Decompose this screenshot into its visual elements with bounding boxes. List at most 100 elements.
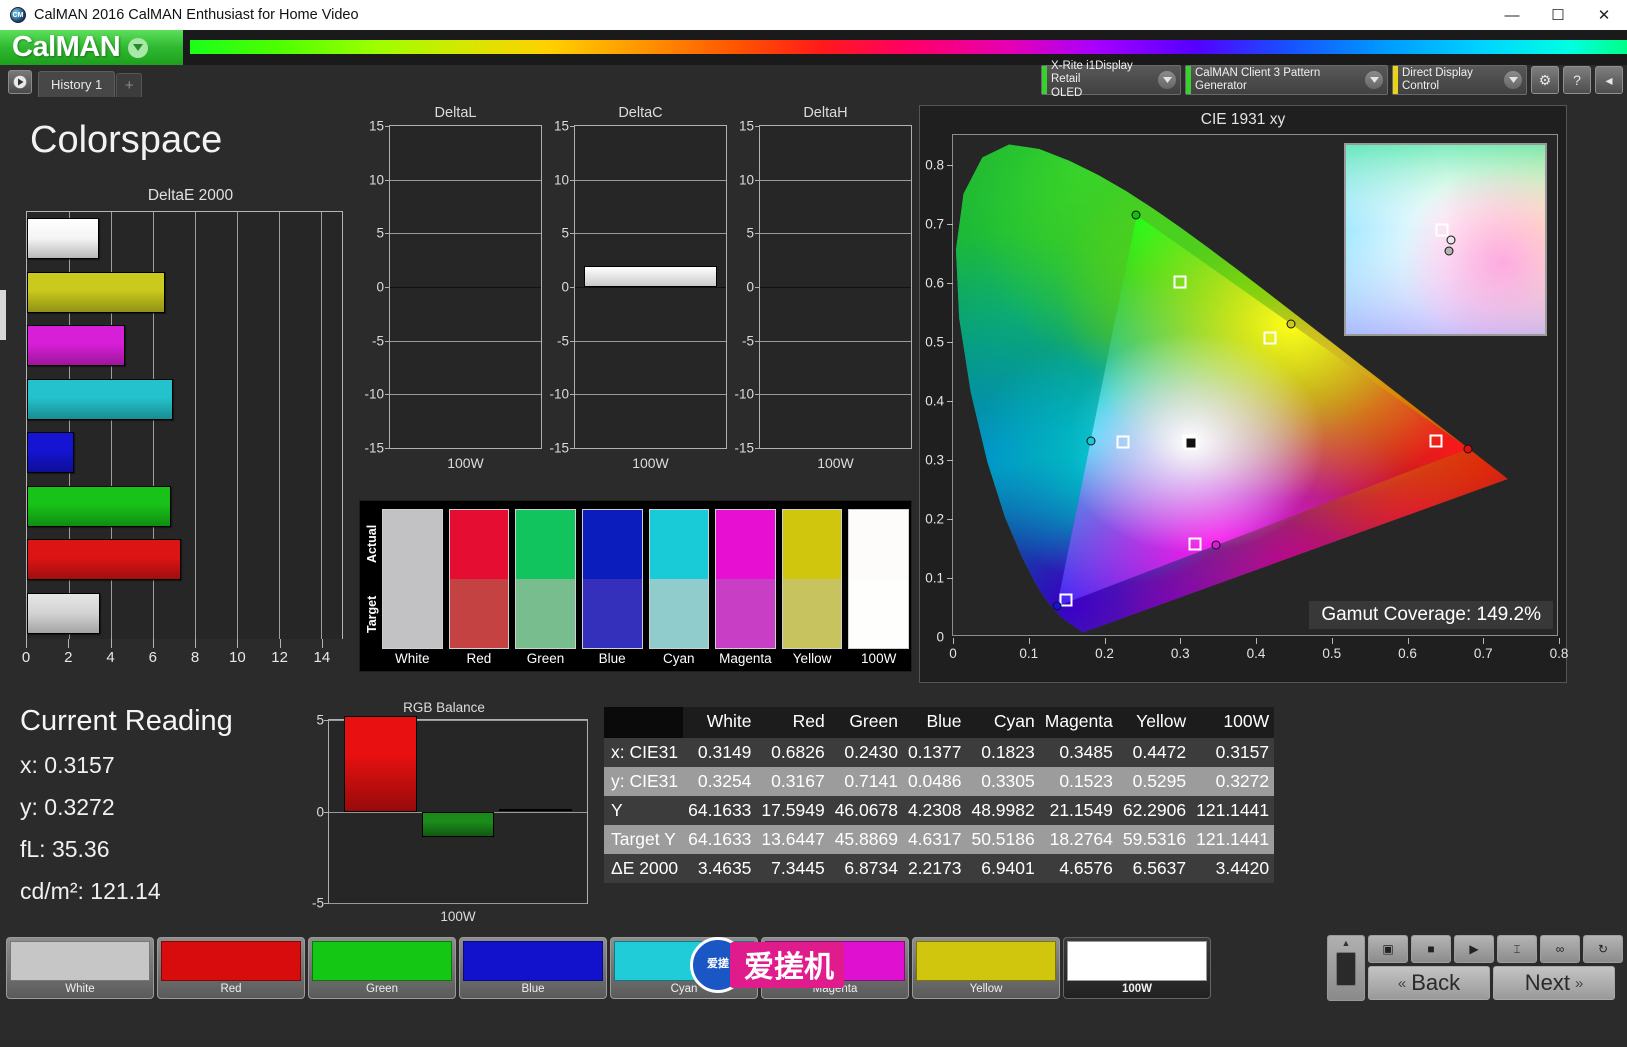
pattern-button-100w[interactable]: 100W bbox=[1063, 937, 1211, 999]
caret-down-icon[interactable] bbox=[128, 38, 148, 58]
page-title: Colorspace bbox=[30, 119, 222, 162]
back-button[interactable]: « Back bbox=[1368, 966, 1490, 1000]
brightness-slider[interactable]: ▲ bbox=[1327, 935, 1365, 1001]
table-cell: 0.2430 bbox=[830, 738, 903, 767]
table-cell: 0.5295 bbox=[1118, 767, 1191, 796]
table-cell: 17.5949 bbox=[756, 796, 829, 825]
delta-panel-deltal: DeltaL151050-5-10-15100W bbox=[363, 105, 548, 485]
play-arrow-icon[interactable] bbox=[8, 70, 32, 94]
tab-history-1[interactable]: History 1 bbox=[38, 71, 115, 97]
pattern-label: 100W bbox=[1067, 981, 1207, 995]
axis-tick bbox=[280, 639, 281, 648]
pattern-button-magenta[interactable]: Magenta bbox=[761, 937, 909, 999]
pattern-button-blue[interactable]: Blue bbox=[459, 937, 607, 999]
action-buttons: ▣■▶⌶∞↻ « Back Next » bbox=[1368, 935, 1623, 1001]
cie-x-tick-label: 0.8 bbox=[1550, 646, 1569, 661]
pattern-swatch bbox=[463, 941, 603, 981]
meter-dropdown[interactable]: X-Rite i1Display Retail OLED bbox=[1041, 65, 1181, 95]
refresh-icon[interactable]: ↻ bbox=[1583, 935, 1623, 963]
table-cell: 4.6576 bbox=[1040, 854, 1118, 883]
table-row: Target Y64.163313.644745.88694.631750.51… bbox=[604, 825, 1274, 854]
swatch-actual bbox=[849, 510, 908, 579]
axis-tick bbox=[68, 639, 69, 648]
table-cell: 18.2764 bbox=[1040, 825, 1118, 854]
swatch-red bbox=[449, 509, 510, 649]
axis-tick-label: 5 bbox=[746, 226, 760, 241]
pattern-button-green[interactable]: Green bbox=[308, 937, 456, 999]
tab-label: History 1 bbox=[51, 77, 102, 92]
actual-label: Actual bbox=[362, 509, 382, 579]
table-cell: 50.5186 bbox=[966, 825, 1039, 854]
question-mark-icon[interactable]: ? bbox=[1563, 66, 1591, 94]
back-label: Back bbox=[1411, 970, 1460, 996]
swatch-actual bbox=[650, 510, 709, 579]
source-dropdown[interactable]: CalMAN Client 3 Pattern Generator bbox=[1185, 65, 1388, 95]
maximize-button[interactable]: ☐ bbox=[1535, 0, 1581, 30]
table-cell: 0.3157 bbox=[1191, 738, 1274, 767]
rgb-balance-bar bbox=[422, 812, 494, 838]
axis-tick-label: -5 bbox=[312, 896, 329, 911]
table-row-label: x: CIE31 bbox=[604, 738, 683, 767]
pattern-label: Yellow bbox=[916, 981, 1056, 995]
table-cell: 7.3445 bbox=[756, 854, 829, 883]
chevron-down-icon[interactable] bbox=[1365, 71, 1383, 89]
calman-logo-icon: CM bbox=[10, 7, 26, 23]
chevron-left-icon[interactable]: ◂ bbox=[1595, 66, 1623, 94]
pattern-button-red[interactable]: Red bbox=[157, 937, 305, 999]
calman-brand-button[interactable]: CalMAN bbox=[0, 30, 183, 65]
swatch-label: Blue bbox=[582, 651, 643, 666]
cie-y-tick bbox=[947, 401, 953, 402]
gear-icon[interactable]: ⚙ bbox=[1531, 66, 1559, 94]
next-button[interactable]: Next » bbox=[1493, 966, 1615, 1000]
plot-area: 151050-5-10-15 bbox=[574, 125, 727, 449]
chevron-down-icon[interactable] bbox=[1504, 71, 1522, 89]
table-column-header: Cyan bbox=[966, 707, 1039, 738]
pattern-button-strip: WhiteRed Green BlueCyanMagenta Yellow 100W bbox=[6, 937, 1211, 999]
deltae-bar bbox=[27, 486, 171, 527]
target-marker bbox=[1430, 434, 1443, 447]
tab-strip: History 1 + X-Rite i1Display Retail OLED… bbox=[0, 65, 1627, 97]
gridline bbox=[329, 903, 587, 904]
minimize-button[interactable]: — bbox=[1489, 0, 1535, 30]
swatch-label: Yellow bbox=[782, 651, 843, 666]
cie-x-tick bbox=[953, 638, 954, 644]
continuous-icon[interactable]: ∞ bbox=[1540, 935, 1580, 963]
chart-title: DeltaH bbox=[733, 105, 918, 121]
pattern-button-yellow[interactable]: Yellow bbox=[912, 937, 1060, 999]
cie-x-tick bbox=[1105, 638, 1106, 644]
axis-tick-label: 10 bbox=[739, 172, 760, 187]
pattern-button-cyan[interactable]: Cyan bbox=[610, 937, 758, 999]
cie-zoom-inset bbox=[1344, 143, 1547, 336]
reading-cdm2: cd/m²: 121.14 bbox=[20, 878, 233, 905]
cie-y-tick-label: 0.4 bbox=[925, 393, 944, 408]
delta-lch-panels: DeltaL151050-5-10-15100WDeltaC151050-5-1… bbox=[363, 105, 918, 485]
table-row-label: Target Y bbox=[604, 825, 683, 854]
measure-icon[interactable]: ⌶ bbox=[1497, 935, 1537, 963]
window-title: CalMAN 2016 CalMAN Enthusiast for Home V… bbox=[34, 7, 359, 23]
stop-square-icon[interactable]: ■ bbox=[1411, 935, 1451, 963]
table-cell: 0.0486 bbox=[903, 767, 967, 796]
target-square-icon[interactable]: ▣ bbox=[1368, 935, 1408, 963]
axis-tick-label: -10 bbox=[549, 387, 575, 402]
cie-plot-area[interactable]: Gamut Coverage: 149.2% bbox=[952, 134, 1558, 636]
pattern-swatch bbox=[312, 941, 452, 981]
add-tab-button[interactable]: + bbox=[116, 73, 142, 97]
cie-x-tick-label: 0.7 bbox=[1474, 646, 1493, 661]
table-cell: 46.0678 bbox=[830, 796, 903, 825]
table-cell: 3.4420 bbox=[1191, 854, 1274, 883]
control-status-bar bbox=[1393, 66, 1398, 94]
cie-x-tick-label: 0 bbox=[949, 646, 957, 661]
chevron-up-icon[interactable]: ▲ bbox=[1342, 938, 1351, 948]
table-row: x: CIE310.31490.68260.24300.13770.18230.… bbox=[604, 738, 1274, 767]
slider-thumb[interactable] bbox=[1336, 952, 1356, 986]
pattern-label: Green bbox=[312, 981, 452, 995]
deltae-plot-area bbox=[26, 211, 343, 639]
play-icon[interactable]: ▶ bbox=[1454, 935, 1494, 963]
axis-x-label: 100W bbox=[383, 455, 548, 471]
display-control-dropdown[interactable]: Direct Display Control bbox=[1392, 65, 1527, 95]
pattern-button-white[interactable]: White bbox=[6, 937, 154, 999]
close-button[interactable]: ✕ bbox=[1581, 0, 1627, 30]
cie-y-tick-label: 0.1 bbox=[925, 570, 944, 585]
gridline bbox=[237, 212, 238, 639]
chevron-down-icon[interactable] bbox=[1158, 71, 1176, 89]
